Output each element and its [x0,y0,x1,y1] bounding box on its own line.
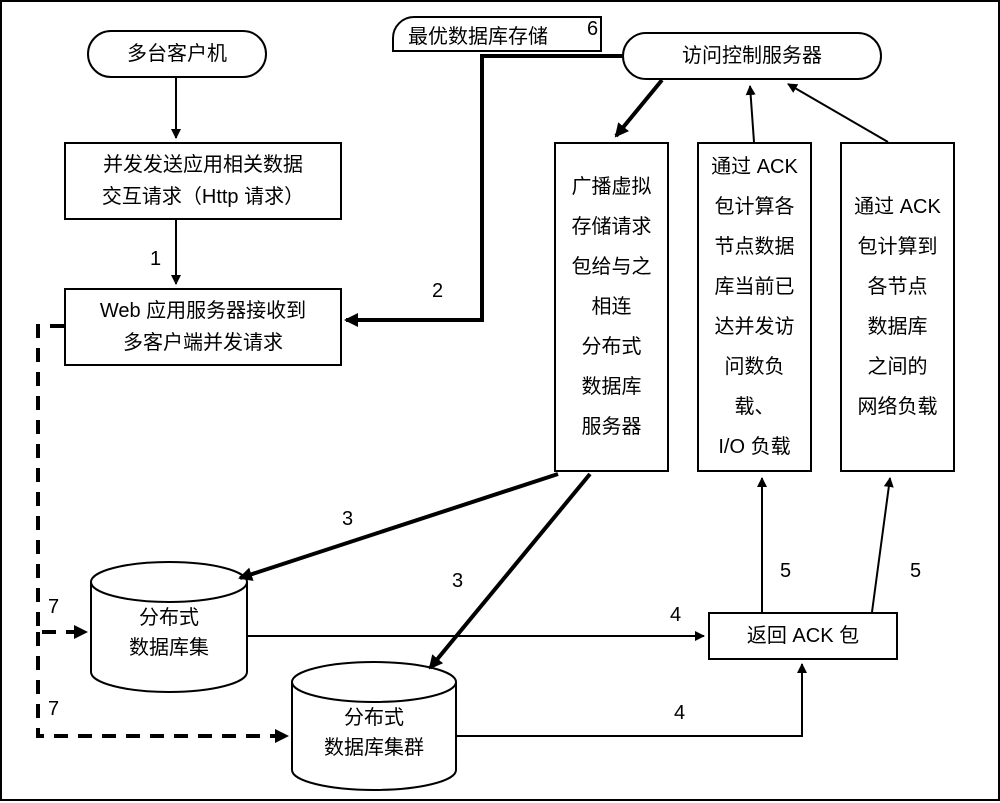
node-ack: 返回 ACK 包 [708,612,898,660]
num-5a: 5 [780,560,791,583]
node-http-request: 并发发送应用相关数据 交互请求（Http 请求） [64,142,342,220]
db2-label: 分布式 数据库集群 [314,702,434,764]
node-ack-label: 返回 ACK 包 [747,620,859,652]
edge-access-to-broadcast [616,80,662,136]
node-calc-io-label: 通过 ACK 包计算各 节点数据 库当前已 达并发访 问数负载、 I/O 负载 [707,147,802,467]
num-3b: 3 [452,570,463,593]
num-7a: 7 [48,596,59,619]
node-broadcast: 广播虚拟 存储请求 包给与之 相连 分布式 数据库 服务器 [554,142,669,472]
node-calc-net-label: 通过 ACK 包计算到 各节点 数据库 之间的 网络负载 [854,187,941,427]
db1-label: 分布式 数据库集 [110,602,228,664]
edge-net-to-access [788,84,888,142]
edge-web-to-db1-dashed [38,326,86,632]
node-calc-net: 通过 ACK 包计算到 各节点 数据库 之间的 网络负载 [840,142,955,472]
num-1: 1 [150,248,161,271]
edge-io-to-access [750,86,754,142]
node-access-control-label: 访问控制服务器 [682,40,822,72]
node-access-control: 访问控制服务器 [622,32,882,80]
num-2: 2 [432,280,443,303]
edge-broadcast-to-db1 [240,474,558,578]
num-5b: 5 [910,560,921,583]
tab-label: 最优数据库存储 [408,20,548,49]
tab-optimal-storage: 最优数据库存储 [392,16,602,52]
num-6: 6 [587,18,598,41]
num-7b: 7 [48,698,59,721]
node-broadcast-label: 广播虚拟 存储请求 包给与之 相连 分布式 数据库 服务器 [572,167,652,447]
node-web-server: Web 应用服务器接收到 多客户端并发请求 [64,288,342,366]
num-3a: 3 [342,508,353,531]
num-4b: 4 [674,702,685,725]
node-clients: 多台客户机 [87,30,267,78]
edge-db2-to-ack [456,664,802,736]
node-web-server-label: Web 应用服务器接收到 多客户端并发请求 [100,295,306,359]
node-clients-label: 多台客户机 [127,38,227,70]
edge-ack-to-net [872,478,890,612]
num-4a: 4 [670,604,681,627]
node-http-request-label: 并发发送应用相关数据 交互请求（Http 请求） [102,149,304,213]
node-calc-io: 通过 ACK 包计算各 节点数据 库当前已 达并发访 问数负载、 I/O 负载 [697,142,812,472]
